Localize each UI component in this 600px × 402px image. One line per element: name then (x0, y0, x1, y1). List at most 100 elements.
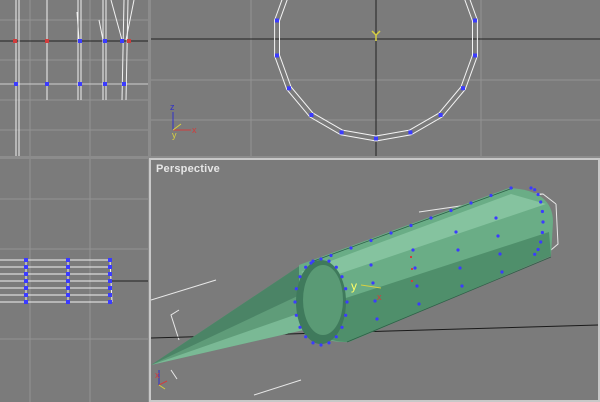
ring-vertex (275, 53, 279, 58)
ring-vertex (309, 113, 314, 117)
mesh-vertex (304, 265, 308, 269)
mesh-vertex (489, 193, 493, 198)
mesh-vertex (294, 287, 298, 291)
mesh-vertex (409, 223, 413, 228)
mesh-vertex (334, 265, 338, 269)
ring-vertex (374, 136, 378, 141)
mesh-vertex (389, 231, 393, 235)
mesh-vertex (344, 313, 348, 317)
top-vertex (66, 286, 70, 290)
axis-tripod-perspective: x (155, 370, 168, 390)
ring-vertex (461, 86, 465, 91)
mesh-vertex (371, 281, 375, 285)
mesh-vertex (429, 216, 433, 220)
top-vertex (108, 279, 112, 283)
gizmo-y-label: y (351, 279, 357, 293)
viewport-perspective[interactable]: y x x Perspective (149, 158, 600, 402)
mesh-vertex (539, 200, 543, 204)
top-vertex (66, 293, 70, 297)
top-wireframe (0, 259, 113, 303)
left-view-canvas (0, 0, 148, 156)
top-vertex (66, 272, 70, 276)
mesh-vertex (533, 252, 537, 256)
top-vertex (66, 279, 70, 283)
top-vertex (108, 265, 112, 269)
mesh-vertex (536, 192, 540, 197)
mesh-vertex (369, 238, 373, 243)
mesh-vertex (294, 313, 298, 317)
mesh-vertex (496, 234, 500, 238)
mesh-vertex (460, 284, 464, 288)
viewport-front[interactable]: z y x (151, 0, 600, 156)
mesh-vertex (539, 240, 543, 244)
mesh-vertex (415, 284, 419, 288)
mesh-vertex (498, 252, 502, 256)
top-vertex (24, 265, 28, 269)
mesh-vertex (369, 263, 373, 267)
mesh-vertex (509, 186, 513, 190)
mesh-vertex (327, 341, 331, 345)
axis-tripod-front: z y x (170, 102, 197, 140)
ring-vertex (287, 86, 291, 91)
mesh-vertex (311, 341, 315, 345)
mesh-vertex (319, 343, 323, 347)
mesh-vertex (469, 201, 473, 205)
mesh-vertex (540, 230, 544, 235)
mesh-vertex (327, 259, 331, 263)
mesh-vertex (340, 275, 344, 279)
perspective-canvas: y x x (151, 186, 598, 396)
top-vertex (108, 258, 112, 262)
gizmo-x-label: x (377, 292, 382, 302)
mesh-vertex (293, 300, 297, 304)
top-vertex (66, 300, 70, 304)
svg-text:x: x (155, 370, 160, 380)
mesh-vertex (417, 302, 421, 306)
top-vertex (108, 300, 112, 304)
top-vertex (24, 279, 28, 283)
mesh-vertex (411, 248, 415, 252)
mesh-vertex (309, 261, 313, 265)
mesh-vertex (334, 335, 338, 339)
viewport-label-perspective[interactable]: Perspective (156, 163, 220, 175)
mesh-vertex (340, 325, 344, 329)
viewport-layout: z y x y x x Perspective (0, 0, 600, 402)
mesh-vertex (344, 287, 348, 291)
mesh-vertex (298, 325, 302, 329)
viewport-left[interactable] (0, 0, 148, 156)
front-view-canvas: z y x (151, 0, 600, 156)
mesh-vertex (529, 186, 533, 190)
ring-vertex (473, 53, 477, 58)
top-vertex (24, 293, 28, 297)
ring-vertex (473, 18, 477, 23)
top-vertex (24, 300, 28, 304)
top-vertex (24, 258, 28, 262)
mesh-vertex (533, 188, 537, 192)
mesh-vertex (449, 208, 453, 213)
top-vertex (108, 272, 112, 276)
mesh-vertex (298, 275, 302, 279)
mesh-vertex (319, 257, 323, 261)
mesh-vertex (454, 230, 458, 234)
mesh-vertex (345, 300, 349, 304)
mesh-vertex (413, 266, 417, 270)
top-vertex (66, 258, 70, 262)
mesh-vertex (494, 216, 498, 220)
mesh-vertex (349, 246, 353, 250)
mesh-vertex (375, 317, 379, 321)
mesh-vertex (304, 335, 308, 339)
mesh-vertex (541, 220, 545, 224)
mesh-vertex (329, 253, 333, 258)
top-vertex (108, 286, 112, 290)
mesh-vertex (500, 270, 504, 274)
axis-y-label: y (172, 130, 177, 140)
ring-vertex (339, 130, 344, 135)
mesh-vertex (456, 248, 460, 252)
top-vertex (108, 293, 112, 297)
top-vertex (66, 265, 70, 269)
ring-vertex (408, 130, 413, 135)
side-vertices (14, 39, 126, 86)
ring-vertex (438, 113, 443, 117)
mesh-vertex (536, 247, 540, 252)
viewport-top[interactable] (0, 159, 148, 402)
axis-x-label: x (192, 125, 197, 135)
